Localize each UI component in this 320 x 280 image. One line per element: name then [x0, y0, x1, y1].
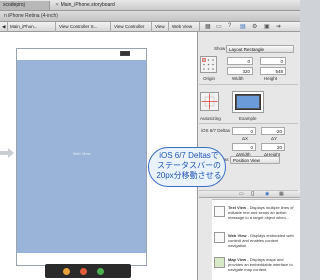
exit-icon[interactable]	[80, 268, 87, 275]
code-snippet-icon[interactable]: {}	[251, 191, 254, 197]
autosizing-springs-icon	[201, 93, 218, 110]
separator	[199, 84, 298, 85]
origin-grid[interactable]	[200, 56, 217, 73]
help-icon[interactable]: ?	[228, 23, 236, 31]
tab-project[interactable]: xcodeproj	[0, 1, 50, 10]
example-preview	[232, 91, 264, 113]
title-bar: xcodeproj ✕ Main_iPhone.storyboard	[0, 0, 300, 11]
tab-storyboard[interactable]: ✕ Main_iPhone.storyboard	[52, 1, 142, 10]
map-view-icon	[214, 257, 225, 268]
breadcrumb-controller[interactable]: View Controller	[112, 22, 152, 32]
grid-icon[interactable]: ▦	[205, 23, 213, 31]
autosizing-control[interactable]	[200, 92, 219, 111]
y-field[interactable]: 0	[260, 57, 286, 65]
web-view-label: Web View	[72, 151, 91, 156]
web-view[interactable]	[17, 60, 146, 253]
first-responder-icon[interactable]	[63, 268, 70, 275]
text-view-icon	[214, 206, 225, 217]
attributes-icon[interactable]: ⚙	[252, 23, 260, 31]
object-library-icon[interactable]: ◉	[265, 191, 269, 197]
tab-storyboard-label: Main_iPhone.storyboard	[60, 2, 115, 8]
delta-x-field[interactable]: 0	[232, 127, 256, 135]
view-controller-icon[interactable]	[97, 268, 104, 275]
size-icon[interactable]: ▣	[264, 23, 272, 31]
path-bar: n iPhone Retina (4-inch)	[0, 11, 300, 22]
library-tabs: ▭ {} ◉ ▦	[199, 191, 300, 198]
entry-arrow-icon	[0, 148, 14, 158]
delta-y-field[interactable]: -20	[261, 127, 285, 135]
identity-icon[interactable]: ▤	[240, 23, 248, 31]
jump-bar: ◀ Main_iPhon... View Controller S... Vie…	[0, 22, 300, 32]
delta-height-field[interactable]: 20	[261, 143, 285, 151]
deltas-label: iOS 6/7 Deltas	[201, 128, 231, 133]
height-label: Height	[264, 76, 278, 81]
scene-dock	[45, 264, 131, 278]
library-item[interactable]: Map View - Displays maps and provides an…	[228, 257, 298, 272]
example-label: Example	[239, 116, 257, 121]
x-field[interactable]: 0	[227, 57, 253, 65]
origin-label: Origin	[203, 76, 216, 81]
show-select[interactable]: Layout Rectangle	[226, 45, 294, 53]
view-as-select[interactable]: Position View	[230, 156, 280, 164]
file-template-icon[interactable]: ▭	[239, 191, 244, 197]
separator	[199, 123, 298, 124]
example-inner	[237, 96, 259, 108]
breadcrumb-webview[interactable]: Web View	[170, 22, 200, 32]
library-item[interactable]: Web View - Displays embedded web content…	[228, 233, 298, 248]
width-label: Width	[232, 76, 244, 81]
doc-icon[interactable]: ▭	[216, 23, 224, 31]
breadcrumb-scene[interactable]: View Controller S...	[57, 22, 111, 32]
breadcrumb-main[interactable]: Main_iPhon...	[8, 22, 56, 32]
height-field[interactable]: 548	[260, 67, 286, 75]
library-item[interactable]: Text View - Displays multiple lines of e…	[228, 205, 298, 220]
back-icon[interactable]: ◀	[0, 22, 8, 32]
delta-x-label: ΔX	[242, 136, 249, 141]
annotation-text: iOS 6/7 Deltasでステータスバーの20px分移動させる	[156, 151, 222, 180]
autosizing-label: Autosizing	[200, 116, 221, 121]
battery-icon	[120, 51, 130, 56]
width-field[interactable]: 320	[227, 67, 253, 75]
delta-y-label: ΔY	[271, 136, 278, 141]
connections-icon[interactable]: ➔	[276, 23, 284, 31]
origin-grid-icon	[202, 58, 214, 70]
media-library-icon[interactable]: ▦	[279, 191, 284, 197]
breadcrumb-view[interactable]: View	[153, 22, 169, 32]
delta-width-field[interactable]: 0	[232, 143, 256, 151]
web-view-icon	[214, 232, 225, 243]
show-label: Show	[214, 46, 226, 51]
